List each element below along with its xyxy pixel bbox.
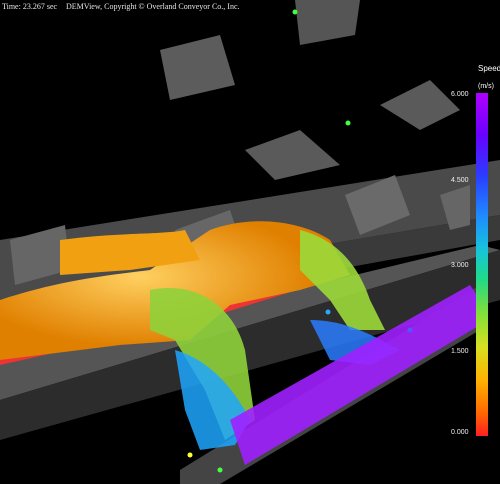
app-title: DEMView, Copyright © Overland Conveyor C…: [66, 2, 240, 11]
particle: [292, 9, 298, 15]
legend-tick: 3.000: [451, 262, 469, 269]
idler-box: [245, 130, 340, 180]
particle-scene: [0, 0, 500, 484]
legend-unit: (m/s): [478, 83, 494, 90]
legend-title: Speed: [478, 64, 500, 73]
idler-box: [160, 35, 235, 100]
particle: [187, 452, 193, 458]
idler-box: [295, 0, 360, 45]
legend-color-bar: [476, 93, 488, 436]
particle: [407, 327, 413, 333]
simulation-time: Time: 23.267 sec: [2, 2, 58, 11]
speed-legend: Speed (m/s) 6.000 4.500 3.000 1.500 0.00…: [448, 62, 500, 452]
particle: [217, 467, 223, 473]
legend-tick: 6.000: [451, 91, 469, 98]
particle: [325, 309, 331, 315]
particle: [345, 120, 351, 126]
simulation-viewport[interactable]: Time: 23.267 sec DEMView, Copyright © Ov…: [0, 0, 500, 484]
legend-tick: 0.000: [451, 429, 469, 436]
legend-tick: 1.500: [451, 348, 469, 355]
legend-tick: 4.500: [451, 177, 469, 184]
